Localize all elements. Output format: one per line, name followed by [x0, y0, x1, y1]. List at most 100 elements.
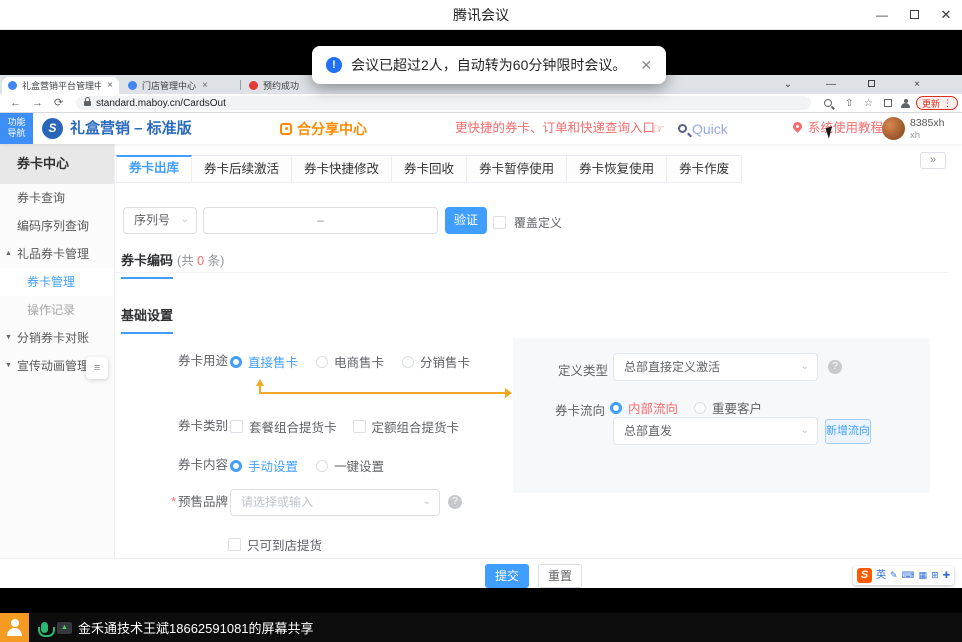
serial-field-select[interactable]: 序列号 ⌄ [123, 207, 197, 234]
chevron-down-icon: ⌄ [423, 489, 431, 514]
back-icon[interactable]: ← [10, 94, 21, 112]
tab-search-chevron[interactable]: ⌄ [775, 75, 801, 94]
quick-search[interactable]: Quick [678, 113, 728, 144]
bookmark-star-icon[interactable]: ☆ [864, 94, 873, 112]
tabs-overflow-button[interactable]: » [920, 152, 946, 169]
checkbox-icon [230, 420, 243, 433]
minimize-button[interactable]: — [866, 0, 898, 30]
checkbox-package-combo-card[interactable]: 套餐组合提货卡 [230, 417, 337, 436]
required-mark: * [171, 495, 176, 509]
tab-suspend-use[interactable]: 券卡暂停使用 [467, 155, 567, 183]
browser-minimize-button[interactable]: — [818, 75, 844, 94]
ime-pen-icon[interactable]: ✎ [890, 566, 898, 585]
tab-group-icon[interactable] [884, 94, 892, 112]
tab-quick-modify[interactable]: 券卡快捷修改 [292, 155, 392, 183]
meeting-member-icon[interactable] [0, 613, 29, 642]
user-sub: xh [910, 130, 920, 141]
radio-internal-flow[interactable]: 内部流向 [610, 398, 678, 417]
microphone-icon[interactable] [41, 622, 48, 633]
flow-select[interactable]: 总部直发 ⌄ [613, 417, 818, 445]
radio-distribution-sale[interactable]: 分销售卡 [402, 352, 470, 371]
radio-manual-setup[interactable]: 手动设置 [230, 456, 298, 475]
browser-close-button[interactable]: × [904, 75, 930, 94]
define-type-select[interactable]: 总部直接定义激活 ⌄ [613, 353, 818, 381]
presale-brand-select[interactable]: 请选择或输入 ⌄ [230, 489, 440, 516]
checkbox-fixed-combo-card[interactable]: 定额组合提货卡 [353, 417, 460, 436]
function-nav-toggle[interactable]: 功能 导航 [0, 113, 33, 144]
add-flow-button[interactable]: 新增流向 [825, 419, 871, 444]
sidebar-item-operation-log[interactable]: 操作记录 [0, 296, 114, 324]
browser-maximize-button[interactable] [858, 75, 884, 94]
radio-important-customer[interactable]: 重要客户 [694, 398, 762, 417]
help-icon[interactable]: ? [448, 495, 462, 509]
chevron-down-icon: ⌄ [181, 207, 189, 232]
ime-language-toggle[interactable]: 英 [876, 566, 886, 585]
browser-addressbar: ← → ⟳ standard.maboy.cn/CardsOut ⇧ ☆ 更新 … [0, 94, 962, 113]
browser-tab-3[interactable]: 预约成功 [243, 77, 323, 94]
sidebar-item-card-query[interactable]: 券卡查询 [0, 184, 114, 212]
tab-close-icon[interactable]: × [202, 80, 208, 91]
flow-arrow-horizontal [259, 392, 510, 394]
maximize-button[interactable] [898, 0, 930, 30]
tab-card-void[interactable]: 券卡作废 [667, 155, 742, 183]
tab-card-outbound[interactable]: 券卡出库 [116, 155, 192, 183]
ime-skin-icon[interactable]: ▦ [919, 566, 928, 585]
overlay-define-option[interactable]: 覆盖定义 [493, 214, 562, 231]
checkbox-store-pickup-only[interactable]: 只可到店提货 [228, 535, 322, 554]
more-icon: ⋮ [943, 98, 952, 109]
reload-icon[interactable]: ⟳ [54, 94, 63, 112]
close-button[interactable]: ✕ [930, 0, 962, 30]
ime-keyboard-icon[interactable]: ⌨ [902, 566, 915, 585]
location-pin-icon [791, 120, 804, 133]
tab-resume-use[interactable]: 券卡恢复使用 [567, 155, 667, 183]
ime-grid-icon[interactable]: ⊞ [931, 566, 939, 585]
submit-button[interactable]: 提交 [485, 564, 529, 588]
share-icon[interactable]: ⇧ [845, 94, 853, 112]
sidebar-item-distribution-reconciliation[interactable]: ▼ 分销券卡对账 [0, 324, 114, 352]
maximize-icon [868, 80, 875, 87]
radio-ecommerce-sale[interactable]: 电商售卡 [316, 352, 384, 371]
tab-favicon [128, 81, 137, 90]
tab-close-icon[interactable]: × [107, 80, 113, 91]
menu-icon: ≡ [94, 362, 100, 374]
browser-tab-1[interactable]: 礼盒营销平台管理中心 × [2, 77, 119, 94]
select-placeholder: 请选择或输入 [241, 495, 313, 509]
radio-one-click-setup[interactable]: 一键设置 [316, 456, 384, 475]
browser-tab-2[interactable]: 门店管理中心 × [122, 77, 238, 94]
sidebar-item-card-management[interactable]: 券卡管理 [0, 268, 114, 296]
tab-followup-activation[interactable]: 券卡后续激活 [192, 155, 292, 183]
info-icon: ! [326, 57, 342, 73]
browser-update-button[interactable]: 更新 ⋮ [916, 96, 958, 110]
reset-button[interactable]: 重置 [538, 564, 582, 588]
forward-icon[interactable]: → [32, 94, 43, 112]
tutorial-link[interactable]: 系统使用教程 [808, 113, 883, 144]
sidebar-item-gift-card-management[interactable]: ▲ 礼品券卡管理 [0, 240, 114, 268]
verify-button[interactable]: 验证 [445, 207, 487, 234]
profile-icon[interactable] [901, 94, 910, 112]
user-avatar[interactable] [882, 117, 905, 140]
ime-toolbox-icon[interactable]: ✚ [943, 566, 951, 585]
sidebar-collapse-button[interactable]: ≡ [86, 357, 108, 379]
tab-label: 礼盒营销平台管理中心 [22, 79, 101, 92]
share-center-icon [280, 123, 292, 135]
radio-direct-sale[interactable]: 直接售卡 [230, 352, 298, 371]
share-center-link[interactable]: 合分享中心 [280, 113, 367, 144]
lock-icon [84, 101, 91, 106]
url-bar[interactable]: standard.maboy.cn/CardsOut [76, 96, 811, 110]
zoom-icon[interactable] [824, 94, 832, 112]
checkbox[interactable] [493, 216, 506, 229]
radio-icon [230, 460, 242, 472]
radio-icon [402, 356, 414, 368]
help-icon[interactable]: ? [828, 360, 842, 374]
update-label: 更新 [922, 97, 940, 110]
minimize-icon: — [876, 8, 888, 22]
sidebar-item-code-sequence-query[interactable]: 编码序列查询 [0, 212, 114, 240]
toast-close-icon[interactable]: ✕ [640, 57, 652, 74]
sogou-logo-icon[interactable]: S [857, 568, 872, 583]
tab-favicon [8, 81, 17, 90]
tab-card-recycle[interactable]: 券卡回收 [392, 155, 467, 183]
double-chevron-icon: » [930, 154, 936, 166]
page-footer: 提交 重置 [0, 558, 962, 588]
quick-entry-link[interactable]: 更快捷的券卡、订单和快递查询入口 [455, 113, 655, 144]
serial-range-input[interactable]: – [203, 207, 438, 234]
